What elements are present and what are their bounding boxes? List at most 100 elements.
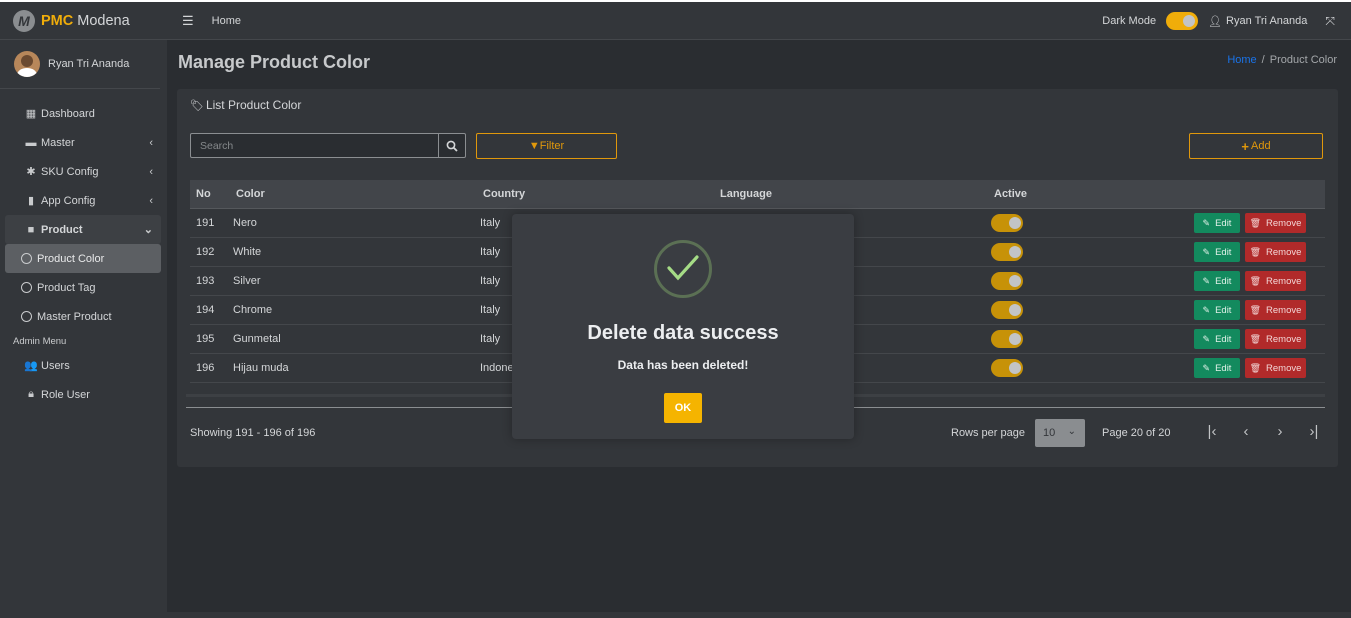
sidebar-item-label: Product Color <box>37 252 105 265</box>
pagination: |‹ ‹ › ›| <box>1195 423 1331 440</box>
cell-active <box>991 214 1189 232</box>
sidebar-item-role-user[interactable]: 🔒︎ Role User <box>5 380 161 409</box>
topbar-home-link[interactable]: Home <box>212 15 241 27</box>
table-header: No Color Country Language Active <box>190 180 1325 209</box>
tags-icon: 🏷︎ <box>190 100 204 112</box>
cell-active <box>991 330 1189 348</box>
edit-button[interactable]: ✎ Edit <box>1194 213 1240 233</box>
breadcrumb-separator: / <box>1261 54 1265 66</box>
cell-active <box>991 359 1189 377</box>
sidebar-item-master[interactable]: ▬ Master ‹ <box>5 128 161 157</box>
plus-icon: + <box>1241 138 1249 154</box>
search-input[interactable] <box>191 134 439 157</box>
topbar-right: Dark Mode 👤︎ Ryan Tri Ananda ⤧ <box>1102 2 1335 40</box>
edit-button[interactable]: ✎ Edit <box>1194 300 1240 320</box>
remove-button[interactable]: 🗑︎ Remove <box>1245 358 1306 378</box>
briefcase-icon: ■ <box>27 223 35 236</box>
trash-icon: 🗑︎ <box>1249 304 1262 315</box>
search-box <box>190 133 466 158</box>
sidebar-user-name: Ryan Tri Ananda <box>48 58 130 70</box>
cell-color: Silver <box>233 275 261 287</box>
sidebar-item-label: Role User <box>41 388 90 401</box>
remove-button[interactable]: 🗑︎ Remove <box>1245 300 1306 320</box>
cell-color: Hijau muda <box>233 362 289 374</box>
sidebar-item-dashboard[interactable]: ▦ Dashboard <box>5 99 161 128</box>
prev-page-icon[interactable]: ‹ <box>1229 423 1263 440</box>
filter-button[interactable]: ▼ Filter <box>476 133 617 159</box>
card-title: 🏷︎ List Product Color <box>190 98 302 112</box>
edit-button[interactable]: ✎ Edit <box>1194 271 1240 291</box>
hamburger-icon[interactable]: ☰ <box>182 13 194 29</box>
cell-actions: ✎ Edit 🗑︎ Remove <box>1189 242 1325 262</box>
sidebar-item-product-color[interactable]: Product Color <box>5 244 161 273</box>
mobile-icon: ▮ <box>27 195 35 207</box>
cell-no: 195 <box>196 333 215 345</box>
filter-icon: ▼ <box>528 140 540 152</box>
gear-icon: ✱ <box>26 166 36 178</box>
sidebar-item-label: SKU Config <box>41 165 99 178</box>
cell-active <box>991 243 1189 261</box>
active-toggle[interactable] <box>991 272 1023 290</box>
remove-button[interactable]: 🗑︎ Remove <box>1245 213 1306 233</box>
sidebar-item-sku-config[interactable]: ✱ SKU Config ‹ <box>5 157 161 186</box>
topbar-user-name[interactable]: Ryan Tri Ananda <box>1226 15 1307 27</box>
cell-active <box>991 301 1189 319</box>
ok-button[interactable]: OK <box>664 393 702 423</box>
sidebar-nav: ▦ Dashboard ▬ Master ‹ ✱ SKU Config ‹ ▮ … <box>0 89 167 409</box>
column-header-color[interactable]: Color <box>233 188 480 200</box>
cell-no: 193 <box>196 275 215 287</box>
column-header-country[interactable]: Country <box>480 188 720 200</box>
remove-button[interactable]: 🗑︎ Remove <box>1245 242 1306 262</box>
rows-per-page-select[interactable]: 10 ⌄ <box>1035 419 1085 447</box>
remove-button[interactable]: 🗑︎ Remove <box>1245 329 1306 349</box>
cell-actions: ✎ Edit 🗑︎ Remove <box>1189 271 1325 291</box>
sidebar-item-label: App Config <box>41 194 96 207</box>
first-page-icon[interactable]: |‹ <box>1195 423 1229 440</box>
column-header-language[interactable]: Language <box>720 188 994 200</box>
user-panel[interactable]: Ryan Tri Ananda <box>0 40 160 89</box>
sidebar-item-app-config[interactable]: ▮ App Config ‹ <box>5 186 161 215</box>
last-page-icon[interactable]: ›| <box>1297 423 1331 440</box>
cell-no: 194 <box>196 304 215 316</box>
active-toggle[interactable] <box>991 301 1023 319</box>
circle-icon <box>21 253 32 264</box>
trash-icon: 🗑︎ <box>1249 333 1262 344</box>
sidebar-item-master-product[interactable]: Master Product <box>5 302 161 331</box>
page-info: Page 20 of 20 <box>1102 427 1171 439</box>
modal-title: Delete data success <box>587 322 779 344</box>
column-header-no[interactable]: No <box>190 188 233 200</box>
sidebar-item-product-tag[interactable]: Product Tag <box>5 273 161 302</box>
edit-button[interactable]: ✎ Edit <box>1194 358 1240 378</box>
dark-mode-toggle[interactable] <box>1166 12 1199 30</box>
grid-icon: ▦ <box>25 108 37 120</box>
next-page-icon[interactable]: › <box>1263 423 1297 440</box>
add-button[interactable]: + Add <box>1189 133 1323 159</box>
active-toggle[interactable] <box>991 243 1023 261</box>
sidebar-item-label: Master <box>41 136 75 149</box>
remove-button[interactable]: 🗑︎ Remove <box>1245 271 1306 291</box>
fullscreen-icon[interactable]: ⤧ <box>1325 14 1335 29</box>
edit-icon: ✎ <box>1202 333 1211 344</box>
edit-icon: ✎ <box>1202 217 1211 228</box>
breadcrumb-home[interactable]: Home <box>1227 54 1256 66</box>
page-title: Manage Product Color <box>178 52 371 72</box>
cell-actions: ✎ Edit 🗑︎ Remove <box>1189 329 1325 349</box>
trash-icon: 🗑︎ <box>1249 362 1262 373</box>
sidebar-item-label: Master Product <box>37 310 112 323</box>
edit-button[interactable]: ✎ Edit <box>1194 329 1240 349</box>
edit-button[interactable]: ✎ Edit <box>1194 242 1240 262</box>
users-icon: 👥 <box>24 360 38 372</box>
column-header-active[interactable]: Active <box>994 188 1189 200</box>
active-toggle[interactable] <box>991 359 1023 377</box>
brand-logo: M <box>13 9 35 32</box>
sidebar-item-users[interactable]: 👥 Users <box>5 351 161 380</box>
active-toggle[interactable] <box>991 214 1023 232</box>
active-toggle[interactable] <box>991 330 1023 348</box>
chevron-left-icon: ‹ <box>149 136 153 149</box>
breadcrumb-current: Product Color <box>1269 54 1337 66</box>
admin-menu-header: Admin Menu <box>13 335 67 347</box>
search-icon[interactable] <box>438 134 465 157</box>
footer-strip <box>167 612 1351 618</box>
brand[interactable]: M PMC Modena <box>0 2 167 40</box>
sidebar-item-product[interactable]: ■ Product ⌄ <box>5 215 161 244</box>
